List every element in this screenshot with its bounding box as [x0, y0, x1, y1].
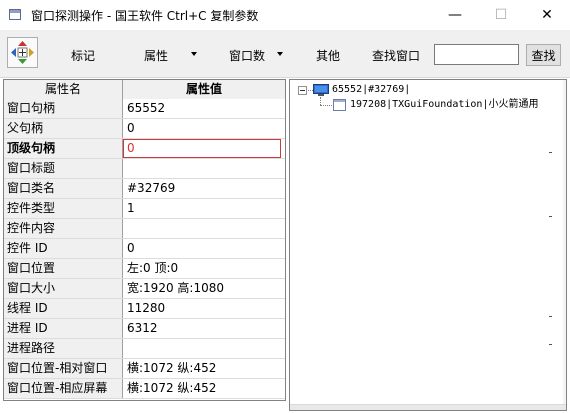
tree-node-label: 65552|#32769|	[332, 84, 411, 95]
maximize-button[interactable]: ☐	[478, 0, 524, 30]
window-count-dropdown-icon[interactable]	[277, 52, 283, 56]
property-row-window-position[interactable]: 窗口位置 左:0 顶:0	[4, 259, 285, 279]
property-row-control-type[interactable]: 控件类型 1	[4, 199, 285, 219]
property-row-position-relative-screen[interactable]: 窗口位置-相应屏幕 横:1072 纵:452	[4, 379, 285, 399]
property-value[interactable]: 65552	[123, 99, 285, 118]
tree-node-child[interactable]: 197208|TXGuiFoundation|小火箭通用	[290, 97, 566, 113]
property-name: 线程 ID	[4, 299, 123, 318]
property-row-process-id[interactable]: 进程 ID 6312	[4, 319, 285, 339]
property-menu[interactable]: 属性	[144, 47, 168, 64]
property-value[interactable]: 6312	[123, 319, 285, 338]
property-grid-header: 属性名 属性值	[4, 80, 285, 99]
app-window-icon	[9, 9, 21, 20]
minimize-icon: —	[448, 7, 462, 23]
property-row-window-size[interactable]: 窗口大小 宽:1920 高:1080	[4, 279, 285, 299]
close-icon: ✕	[541, 7, 553, 23]
artifact-mark	[549, 152, 552, 153]
find-window-input[interactable]	[434, 44, 519, 65]
property-value[interactable]: 1	[123, 199, 285, 218]
property-name: 进程路径	[4, 339, 123, 358]
property-grid[interactable]: 属性名 属性值 窗口句柄 65552 父句柄 0 顶级句柄 0 窗口标题 窗口类…	[3, 79, 286, 401]
toolbar: 标记 属性 窗口数 其他 查找窗口 查找	[0, 30, 570, 78]
artifact-mark	[549, 216, 552, 217]
property-name: 窗口标题	[4, 159, 123, 178]
property-name: 父句柄	[4, 119, 123, 138]
column-header-name[interactable]: 属性名	[4, 80, 123, 99]
maximize-icon: ☐	[494, 7, 508, 23]
crosshair-target-icon	[11, 41, 34, 64]
mark-menu[interactable]: 标记	[71, 47, 95, 64]
property-name: 窗口位置-相对窗口	[4, 359, 123, 378]
vertical-scrollbar[interactable]	[563, 80, 566, 404]
property-row-window-handle[interactable]: 窗口句柄 65552	[4, 99, 285, 119]
property-value[interactable]	[123, 159, 285, 178]
property-row-control-id[interactable]: 控件 ID 0	[4, 239, 285, 259]
property-row-top-handle[interactable]: 顶级句柄 0	[4, 139, 285, 159]
property-dropdown-icon[interactable]	[191, 52, 197, 56]
property-edit-field[interactable]: 0	[123, 139, 281, 158]
property-value[interactable]	[123, 219, 285, 238]
horizontal-scrollbar[interactable]	[290, 404, 566, 410]
property-value[interactable]: 0	[123, 119, 285, 138]
window-node-icon	[333, 99, 346, 111]
close-button[interactable]: ✕	[524, 0, 570, 30]
tree-node-label: 197208|TXGuiFoundation|小火箭通用	[350, 99, 539, 110]
artifact-mark	[549, 316, 552, 317]
property-value[interactable]: 横:1072 纵:452	[123, 379, 285, 398]
property-value[interactable]: 横:1072 纵:452	[123, 359, 285, 378]
property-row-process-path[interactable]: 进程路径	[4, 339, 285, 359]
property-value[interactable]: 左:0 顶:0	[123, 259, 285, 278]
property-value[interactable]: 0	[123, 239, 285, 258]
property-row-position-relative-window[interactable]: 窗口位置-相对窗口 横:1072 纵:452	[4, 359, 285, 379]
property-name: 窗口句柄	[4, 99, 123, 118]
artifact-mark	[549, 344, 552, 345]
window-count-menu[interactable]: 窗口数	[229, 47, 265, 64]
title-bar[interactable]: 窗口探测操作 - 国王软件 Ctrl+C 复制参数 — ☐ ✕	[0, 0, 570, 30]
property-value[interactable]	[123, 339, 285, 358]
property-name: 窗口位置-相应屏幕	[4, 379, 123, 398]
window-title: 窗口探测操作 - 国王软件 Ctrl+C 复制参数	[31, 9, 259, 23]
property-row-class-name[interactable]: 窗口类名 #32769	[4, 179, 285, 199]
property-row-control-content[interactable]: 控件内容	[4, 219, 285, 239]
property-name: 进程 ID	[4, 319, 123, 338]
property-value[interactable]: 宽:1920 高:1080	[123, 279, 285, 298]
property-name: 窗口类名	[4, 179, 123, 198]
column-header-value[interactable]: 属性值	[123, 80, 285, 99]
property-value-editor[interactable]: 0	[123, 139, 285, 158]
property-value[interactable]: #32769	[123, 179, 285, 198]
search-button[interactable]: 查找	[526, 44, 561, 66]
property-name: 窗口位置	[4, 259, 123, 278]
minimize-button[interactable]: —	[432, 0, 478, 30]
property-name: 控件类型	[4, 199, 123, 218]
property-value[interactable]: 11280	[123, 299, 285, 318]
property-row-thread-id[interactable]: 线程 ID 11280	[4, 299, 285, 319]
property-name: 控件内容	[4, 219, 123, 238]
property-row-parent-handle[interactable]: 父句柄 0	[4, 119, 285, 139]
property-name: 窗口大小	[4, 279, 123, 298]
other-menu[interactable]: 其他	[316, 47, 340, 64]
property-name: 控件 ID	[4, 239, 123, 258]
window-tree[interactable]: 65552|#32769| 197208|TXGuiFoundation|小火箭…	[289, 79, 567, 411]
target-picker-button[interactable]	[7, 37, 38, 68]
find-window-label: 查找窗口	[372, 49, 421, 63]
property-name: 顶级句柄	[4, 139, 123, 158]
property-row-window-title[interactable]: 窗口标题	[4, 159, 285, 179]
tree-node-root[interactable]: 65552|#32769|	[290, 82, 550, 98]
desktop-icon	[313, 84, 329, 96]
